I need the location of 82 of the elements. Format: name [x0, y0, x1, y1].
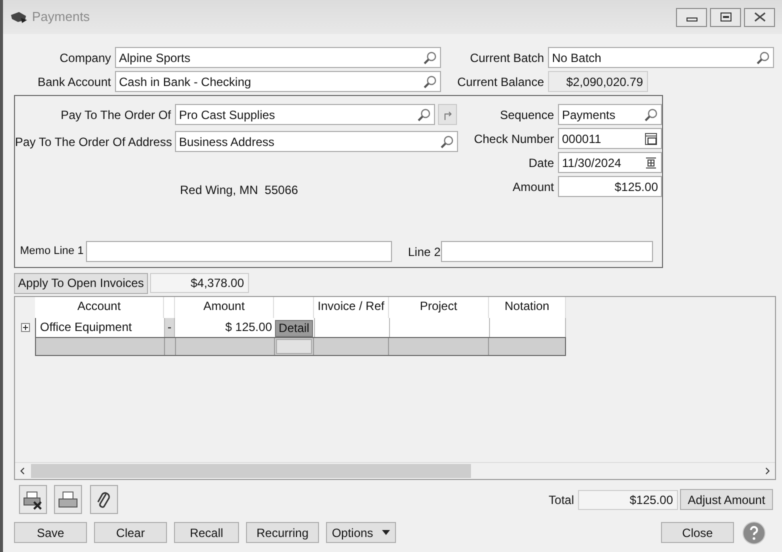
action-button[interactable]: Recall — [174, 522, 239, 543]
search-icon[interactable] — [423, 50, 437, 64]
field-label: Sequence — [498, 106, 555, 124]
field-value: Payments — [562, 106, 616, 124]
header-text: Invoice / Ref — [318, 299, 384, 313]
action-button[interactable]: Save — [14, 522, 87, 543]
field-value: Alpine Sports — [119, 50, 192, 66]
total-field: $125.00 — [578, 490, 678, 510]
field-label: Check Number — [472, 130, 555, 148]
close-icon — [754, 12, 766, 22]
print-cancel-button[interactable] — [19, 485, 47, 514]
address-field[interactable]: Business Address — [175, 131, 458, 152]
bank-account-field[interactable]: Cash in Bank - Checking — [115, 71, 441, 92]
field-value: No Batch — [552, 50, 602, 66]
field-label: Current Batch — [468, 50, 545, 66]
maximize-icon — [720, 12, 732, 22]
apply-invoices-button[interactable]: Apply To Open Invoices — [14, 272, 148, 294]
options-dropdown[interactable]: Options — [326, 522, 396, 543]
field-value: 000011 — [562, 130, 602, 148]
header-text: Project — [420, 299, 458, 313]
address-text: Red Wing, MN 55066 — [180, 182, 300, 199]
field-label: Pay To The Order Of — [60, 106, 172, 124]
field-value: Cash in Bank - Checking — [119, 74, 252, 90]
payee-field[interactable]: Pro Cast Supplies — [175, 104, 435, 125]
search-icon[interactable] — [756, 50, 770, 64]
memo-field[interactable] — [441, 241, 653, 262]
window-title: Payments — [32, 8, 90, 26]
field-label: Amount — [512, 178, 555, 196]
company-field[interactable]: Alpine Sports — [115, 47, 441, 68]
expand-icon[interactable] — [20, 323, 30, 332]
header-text: Notation — [504, 299, 550, 313]
field-value: $125.00 — [614, 178, 658, 196]
new-row[interactable] — [35, 337, 566, 356]
date-picker-icon[interactable] — [644, 156, 658, 170]
table-cell: $ 125.00 — [175, 318, 274, 337]
printer-icon — [22, 490, 44, 510]
paperclip-icon — [96, 490, 112, 510]
field-label: Pay To The Order Of Address — [15, 134, 173, 150]
balance-field: $2,090,020.79 — [548, 71, 648, 92]
maximize-button[interactable] — [710, 8, 741, 26]
field-label: Memo Line 1 — [20, 244, 85, 260]
field-label: Date — [528, 154, 555, 172]
money-icon — [10, 10, 28, 24]
adjust-amount-button[interactable]: Adjust Amount — [680, 489, 773, 510]
header-text: Amount — [203, 299, 245, 313]
action-button[interactable]: Clear — [94, 522, 167, 543]
header-text: Account — [77, 299, 121, 313]
close-button[interactable] — [744, 8, 775, 26]
detail-button[interactable]: Detail — [275, 320, 313, 337]
minimize-button[interactable] — [676, 8, 707, 26]
memo-field[interactable] — [86, 241, 392, 262]
open-payee-button[interactable] — [438, 104, 457, 125]
check-field[interactable]: 000011 — [558, 128, 662, 149]
check-field[interactable]: Payments — [558, 104, 662, 125]
calendar-icon[interactable] — [644, 132, 658, 146]
total-label: Total — [548, 492, 574, 508]
field-value: 11/30/2024 — [562, 154, 622, 172]
redirect-arrow-icon — [442, 110, 452, 120]
attach-button[interactable] — [90, 485, 118, 514]
action-button[interactable]: Recurring — [246, 522, 319, 543]
search-icon[interactable] — [644, 108, 658, 122]
search-icon[interactable] — [440, 134, 454, 148]
table-cell: - — [164, 318, 175, 337]
close-form-button[interactable]: Close — [661, 522, 734, 543]
search-icon[interactable] — [417, 108, 431, 122]
scrollbar-thumb[interactable] — [31, 464, 471, 478]
field-value: Pro Cast Supplies — [179, 106, 276, 124]
field-label: Current Balance — [456, 74, 545, 90]
batch-field[interactable]: No Batch — [548, 47, 774, 68]
caret-icon — [382, 530, 390, 535]
printer-icon — [57, 490, 79, 510]
field-label: Company — [58, 50, 112, 66]
open-invoices-field: $4,378.00 — [150, 273, 249, 293]
print-button[interactable] — [54, 485, 82, 514]
check-field[interactable]: 11/30/2024 — [558, 152, 662, 173]
help-icon[interactable] — [742, 520, 766, 544]
field-label: Bank Account — [36, 74, 112, 90]
check-field[interactable]: $125.00 — [558, 176, 662, 197]
field-value: Business Address — [179, 134, 276, 150]
field-label: Line 2 — [408, 244, 441, 260]
search-icon[interactable] — [423, 74, 437, 88]
table-cell: Office Equipment — [35, 318, 164, 337]
